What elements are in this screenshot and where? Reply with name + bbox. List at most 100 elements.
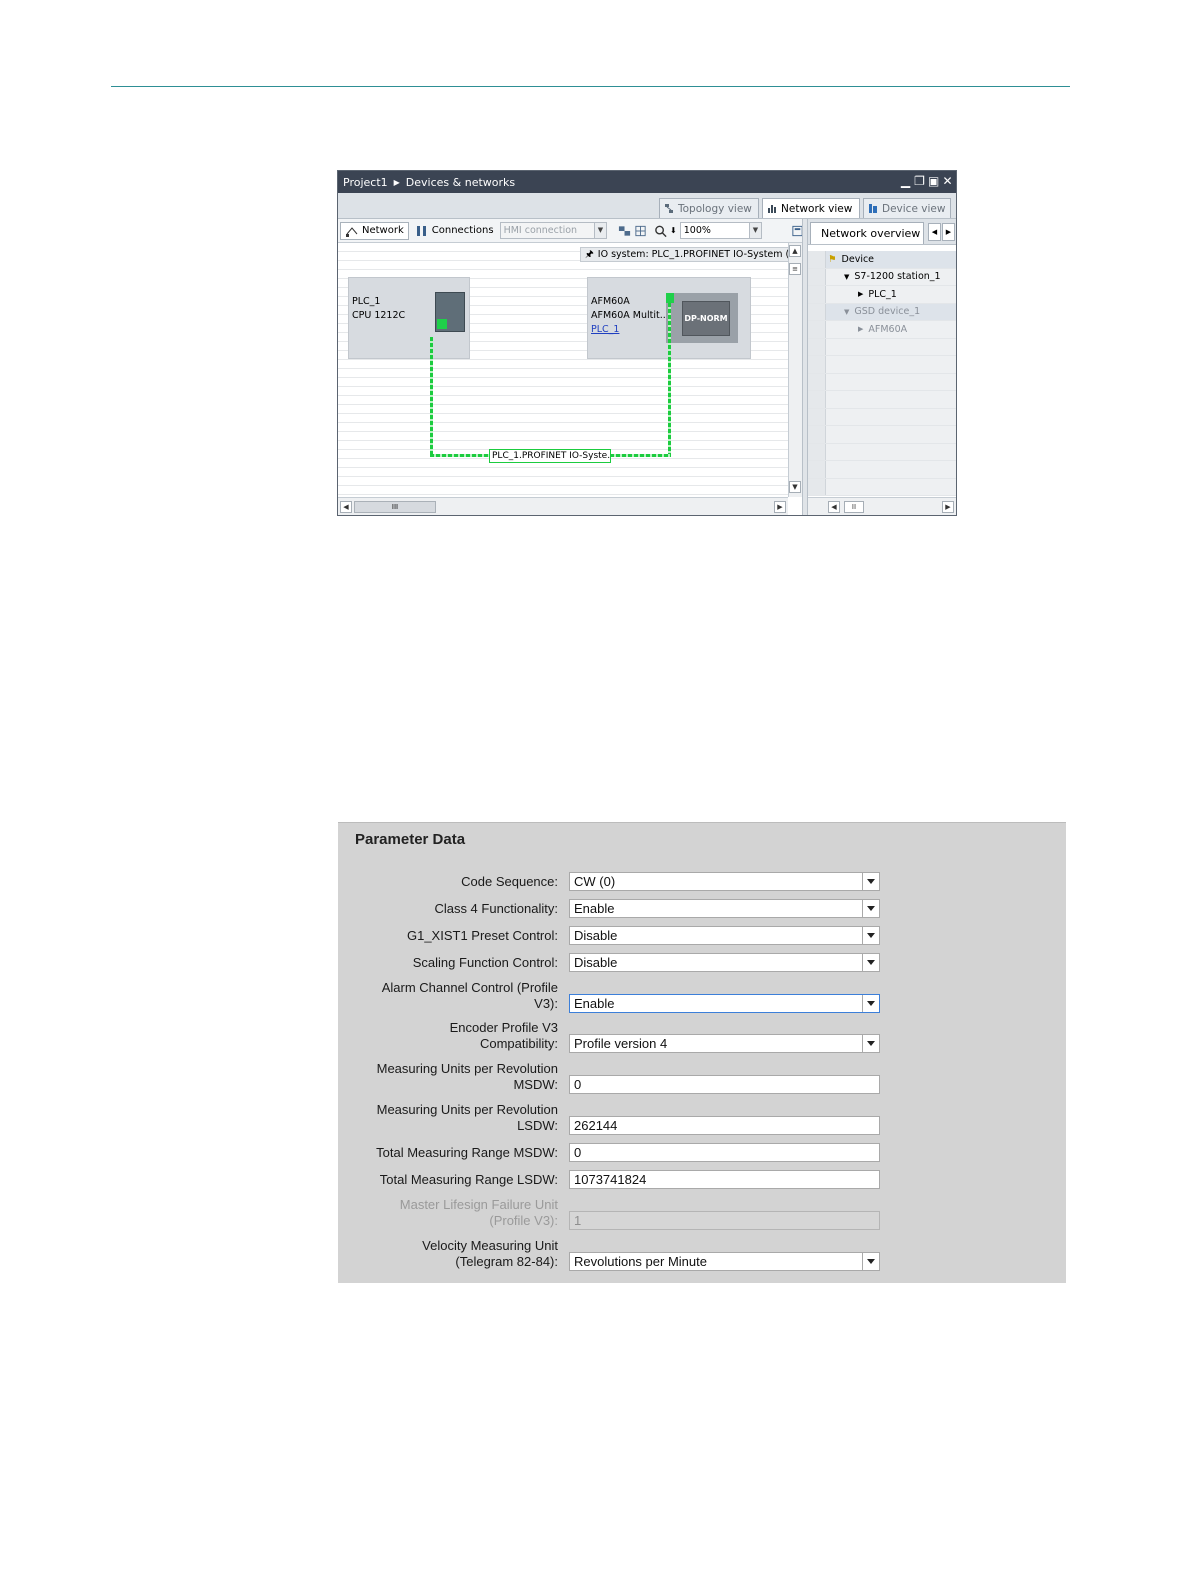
chevron-down-icon[interactable] xyxy=(862,900,879,917)
master-lifesign-input: 1 xyxy=(569,1211,880,1230)
plc-device[interactable]: PLC_1 CPU 1212C xyxy=(348,277,470,359)
canvas-vertical-scrollbar[interactable]: ▲ ≡ ▼ xyxy=(788,243,802,497)
connections-button[interactable]: Connections xyxy=(412,222,497,240)
overview-header-row[interactable]: ⚑ Device xyxy=(808,251,956,269)
tab-scroll-left-icon[interactable]: ◀ xyxy=(928,223,941,241)
table-row[interactable]: ▶ AFM60A xyxy=(808,321,956,339)
overview-column-device[interactable]: ⚑ Device xyxy=(826,251,956,268)
breadcrumb-project[interactable]: Project1 xyxy=(343,176,388,189)
table-row[interactable]: ▶ PLC_1 xyxy=(808,286,956,304)
expand-down-icon[interactable]: ▼ xyxy=(844,308,849,316)
horizontal-scroll-thumb[interactable]: II xyxy=(844,501,864,513)
overview-cell xyxy=(826,461,956,478)
measuring-units-msdw-input[interactable]: 0 xyxy=(569,1075,880,1094)
row-gutter xyxy=(808,356,826,373)
tab-network-overview[interactable]: Network overview xyxy=(810,222,924,244)
table-row xyxy=(808,391,956,409)
scaling-function-select[interactable]: Disable xyxy=(569,953,880,972)
chevron-down-icon[interactable] xyxy=(862,995,879,1012)
scroll-thumb[interactable]: ≡ xyxy=(789,263,801,275)
expand-down-icon[interactable]: ▼ xyxy=(844,273,849,281)
overview-cell[interactable]: ▶ PLC_1 xyxy=(826,286,956,303)
table-row xyxy=(808,443,956,461)
profinet-line-plc[interactable] xyxy=(430,337,433,457)
row-gutter xyxy=(808,478,826,495)
overview-cell[interactable]: ▼ GSD device_1 xyxy=(826,303,956,320)
velocity-unit-select[interactable]: Revolutions per Minute xyxy=(569,1252,880,1271)
afm-module[interactable]: DP-NORM xyxy=(666,293,738,343)
tab-scroll-right-icon[interactable]: ▶ xyxy=(942,223,955,241)
scroll-up-icon[interactable]: ▲ xyxy=(789,245,801,257)
profinet-line-afm[interactable] xyxy=(668,303,671,457)
horizontal-scroll-thumb[interactable]: III xyxy=(354,501,436,513)
scroll-right-icon[interactable]: ▶ xyxy=(942,501,954,513)
overview-cell[interactable]: ▼ S7-1200 station_1 xyxy=(826,268,956,285)
zoom-icon[interactable] xyxy=(654,224,667,238)
maximize-icon[interactable]: ▣ xyxy=(928,174,939,188)
row-gutter xyxy=(808,303,826,320)
param-label-line2: (Profile V3): xyxy=(489,1213,558,1228)
param-label: Code Sequence: xyxy=(461,874,558,889)
table-row[interactable]: ▼ S7-1200 station_1 xyxy=(808,268,956,286)
overview-cell xyxy=(826,443,956,460)
parameter-data-panel: Parameter Data Code Sequence: CW (0) Cla… xyxy=(338,822,1066,1283)
network-canvas[interactable]: PLC_1 CPU 1212C AFM60A AFM60A Multit... … xyxy=(338,243,788,497)
connection-type-select[interactable]: HMI connection ▼ xyxy=(499,222,607,239)
device-column-icon: ⚑ xyxy=(828,253,837,265)
window-titlebar: Project1 ▶ Devices & networks ▁ ❐ ▣ ✕ xyxy=(338,171,956,193)
overview-cell xyxy=(826,426,956,443)
minimize-icon[interactable]: ▁ xyxy=(900,174,911,188)
zoom-dropdown-icon[interactable]: ⬇ xyxy=(670,226,677,235)
io-system-label[interactable]: 🖈 IO system: PLC_1.PROFINET IO-System (1… xyxy=(580,247,817,262)
breadcrumb-devices-networks[interactable]: Devices & networks xyxy=(406,176,515,189)
scroll-left-icon[interactable]: ◀ xyxy=(828,501,840,513)
scroll-right-icon[interactable]: ▶ xyxy=(774,501,786,513)
close-icon[interactable]: ✕ xyxy=(942,174,953,188)
restore-icon[interactable]: ❐ xyxy=(914,174,925,188)
overview-cell[interactable]: ▶ AFM60A xyxy=(826,321,956,338)
alarm-channel-select[interactable]: Enable xyxy=(569,994,880,1013)
table-row xyxy=(808,478,956,496)
row-gutter xyxy=(808,408,826,425)
scroll-left-icon[interactable]: ◀ xyxy=(340,501,352,513)
expand-right-icon[interactable]: ▶ xyxy=(858,325,863,333)
chevron-down-icon: ▼ xyxy=(748,223,761,238)
canvas-horizontal-scrollbar[interactable]: ◀ III ▶ xyxy=(338,497,788,515)
overview-horizontal-scrollbar[interactable]: ◀ II ▶ xyxy=(808,497,956,515)
overview-cell xyxy=(826,408,956,425)
scroll-down-icon[interactable]: ▼ xyxy=(789,481,801,493)
grid-icon[interactable] xyxy=(634,224,647,238)
total-range-msdw-input[interactable]: 0 xyxy=(569,1143,880,1162)
code-sequence-select[interactable]: CW (0) xyxy=(569,872,880,891)
chevron-down-icon[interactable] xyxy=(862,954,879,971)
class4-functionality-select[interactable]: Enable xyxy=(569,899,880,918)
overview-cell xyxy=(826,391,956,408)
chevron-down-icon[interactable] xyxy=(862,927,879,944)
network-button[interactable]: Network xyxy=(340,221,409,240)
afm-profinet-port[interactable] xyxy=(666,293,674,303)
zoom-select[interactable]: 100% ▼ xyxy=(679,222,762,239)
param-label-line1: Master Lifesign Failure Unit xyxy=(399,1197,558,1212)
measuring-units-lsdw-input[interactable]: 262144 xyxy=(569,1116,880,1135)
chevron-down-icon[interactable] xyxy=(862,1253,879,1270)
table-row[interactable]: ▼ GSD device_1 xyxy=(808,303,956,321)
tab-topology-view[interactable]: Topology view xyxy=(659,198,759,218)
encoder-profile-select[interactable]: Profile version 4 xyxy=(569,1034,880,1053)
total-range-lsdw-input[interactable]: 1073741824 xyxy=(569,1170,880,1189)
chevron-down-icon[interactable] xyxy=(862,1035,879,1052)
param-label: Scaling Function Control: xyxy=(412,955,558,970)
chevron-down-icon[interactable] xyxy=(862,873,879,890)
profinet-system-label[interactable]: PLC_1.PROFINET IO-Syste... xyxy=(489,449,611,463)
plc-profinet-port[interactable] xyxy=(437,319,447,329)
show-addresses-icon[interactable] xyxy=(618,224,631,238)
dp-norm-module: DP-NORM xyxy=(682,301,730,336)
expand-right-icon[interactable]: ▶ xyxy=(858,290,863,298)
view-tabs: Topology view Network view Device view xyxy=(338,193,956,219)
tab-device-view[interactable]: Device view xyxy=(863,198,951,218)
param-label-line2: LSDW: xyxy=(517,1118,558,1133)
tab-network-view[interactable]: Network view xyxy=(762,198,860,218)
plc-rack[interactable] xyxy=(435,292,465,332)
parameter-data-title: Parameter Data xyxy=(355,831,466,848)
preset-control-select[interactable]: Disable xyxy=(569,926,880,945)
row-gutter xyxy=(808,443,826,460)
